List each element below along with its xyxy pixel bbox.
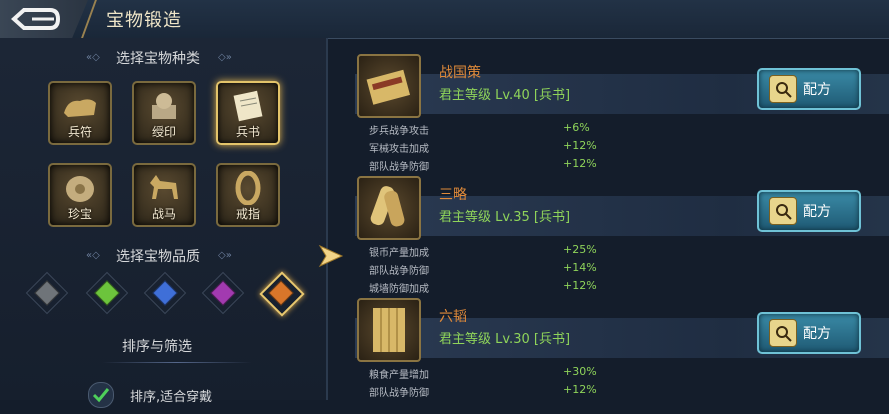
- attr-name: 城墙防御加成: [369, 284, 429, 295]
- category-label: 战马: [151, 207, 176, 221]
- war-book-bundle-icon: [366, 69, 411, 105]
- category-section-title: 选择宝物种类: [116, 51, 200, 67]
- attr-name: 部队战争防御: [369, 388, 429, 399]
- ornament-icon: ◇»: [218, 250, 232, 261]
- category-label: 绶印: [151, 125, 176, 139]
- attr-value: +14%: [563, 261, 597, 274]
- attr-value: +30%: [563, 365, 597, 378]
- quality-gray[interactable]: [25, 271, 69, 315]
- category-label: 戒指: [235, 207, 260, 221]
- attr-name: 军械攻击加成: [369, 144, 429, 155]
- panel-divider: [326, 38, 328, 400]
- quality-blue[interactable]: [143, 271, 187, 315]
- quality-section-title: 选择宝物品质: [116, 249, 200, 265]
- tiger-tally-icon: [64, 99, 96, 117]
- attr-value: +12%: [563, 139, 597, 152]
- item-level: 君主等级 Lv.30 [兵书]: [439, 332, 571, 347]
- ornament-icon: «◇: [86, 52, 100, 63]
- formula-button[interactable]: 配方: [757, 68, 861, 110]
- quality-purple[interactable]: [201, 271, 245, 315]
- filter-checkbox[interactable]: [88, 382, 114, 408]
- attr-value: +25%: [563, 243, 597, 256]
- category-war-book[interactable]: 兵书: [216, 81, 280, 145]
- bamboo-scroll-icon: [373, 308, 405, 352]
- formula-button[interactable]: 配方: [757, 190, 861, 232]
- item-icon: [357, 54, 421, 118]
- category-seal[interactable]: 绶印: [132, 81, 196, 145]
- item-icon: [357, 298, 421, 362]
- formula-book-icon: [769, 197, 797, 225]
- scroll-bundle-icon: [370, 186, 405, 227]
- seal-icon: [152, 93, 176, 119]
- item-card[interactable]: 战国策 君主等级 Lv.40 [兵书] 步兵战争攻击 +6% 军械攻击加成 +1…: [355, 54, 889, 173]
- attr-name: 银币产量加成: [369, 248, 429, 259]
- formula-label: 配方: [803, 326, 831, 342]
- formula-button[interactable]: 配方: [757, 312, 861, 354]
- item-card[interactable]: 三略 君主等级 Lv.35 [兵书] 银币产量加成 +25% 部队战争防御 +1…: [355, 176, 889, 295]
- quality-green[interactable]: [85, 271, 129, 315]
- item-name: 三略: [439, 187, 467, 203]
- category-tiger-tally[interactable]: 兵符: [48, 81, 112, 145]
- attr-name: 部队战争防御: [369, 266, 429, 277]
- ring-icon: [235, 171, 261, 205]
- attr-value: +12%: [563, 279, 597, 292]
- section-divider: [102, 362, 252, 363]
- formula-book-icon: [769, 75, 797, 103]
- item-icon: [357, 176, 421, 240]
- category-warhorse[interactable]: 战马: [132, 163, 196, 227]
- category-ring[interactable]: 戒指: [216, 163, 280, 227]
- attr-value: +12%: [563, 383, 597, 396]
- attr-value: +6%: [563, 121, 590, 134]
- ornament-icon: ◇»: [218, 52, 232, 63]
- treasure-icon: [66, 176, 94, 202]
- selection-arrow-icon: [318, 244, 344, 268]
- page-title: 宝物锻造: [106, 10, 182, 31]
- category-label: 兵符: [67, 125, 92, 139]
- item-name: 六韬: [439, 309, 467, 325]
- sort-section-title: 排序与筛选: [122, 339, 192, 355]
- item-name: 战国策: [439, 65, 481, 81]
- attr-name: 粮食产量增加: [369, 370, 429, 381]
- war-book-icon: [233, 90, 263, 122]
- item-level: 君主等级 Lv.35 [兵书]: [439, 210, 571, 225]
- category-treasure[interactable]: 珍宝: [48, 163, 112, 227]
- item-card[interactable]: 六韬 君主等级 Lv.30 [兵书] 粮食产量增加 +30% 部队战争防御 +1…: [355, 298, 889, 414]
- checkmark-icon: [92, 388, 110, 403]
- top-bar: 宝物锻造: [0, 0, 889, 39]
- formula-label: 配方: [803, 204, 831, 220]
- attr-name: 部队战争防御: [369, 162, 429, 173]
- attr-name: 步兵战争攻击: [369, 126, 429, 137]
- filter-label: 排序,适合穿戴: [130, 390, 213, 405]
- category-label: 珍宝: [67, 207, 92, 221]
- ornament-icon: «◇: [86, 250, 100, 261]
- category-label: 兵书: [235, 125, 260, 139]
- quality-orange[interactable]: [259, 271, 305, 317]
- formula-book-icon: [769, 319, 797, 347]
- back-button[interactable]: [0, 0, 88, 38]
- warhorse-icon: [150, 175, 178, 199]
- back-arrow-icon: [11, 8, 61, 30]
- formula-label: 配方: [803, 82, 831, 98]
- attr-value: +12%: [563, 157, 597, 170]
- item-level: 君主等级 Lv.40 [兵书]: [439, 88, 571, 103]
